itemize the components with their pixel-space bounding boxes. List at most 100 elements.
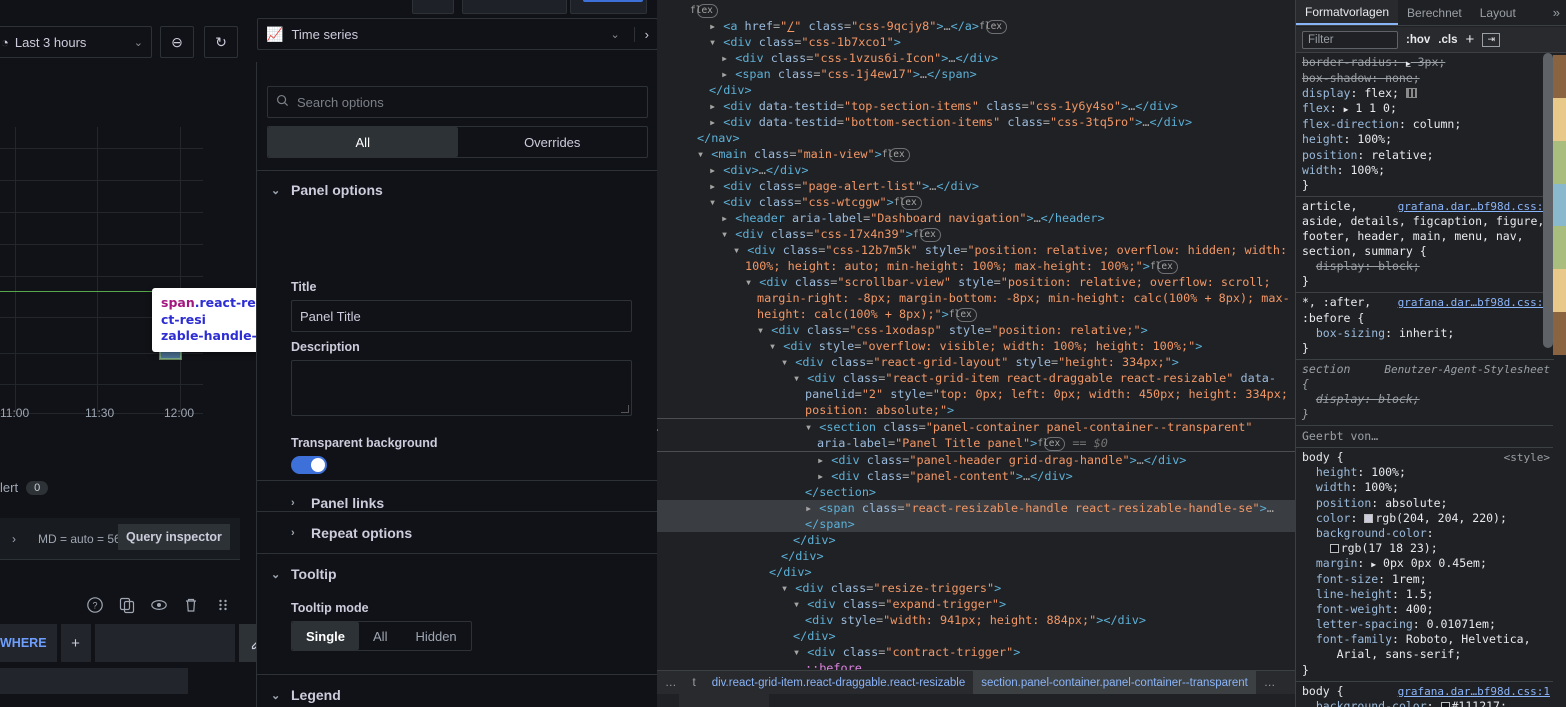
style-rule[interactable]: border-radius: ▶ 3px; box-shadow: none; di… [1296, 53, 1554, 197]
style-declaration[interactable]: display: block; [1302, 392, 1550, 407]
style-declaration[interactable]: position: absolute; [1302, 496, 1550, 511]
style-rule-source[interactable]: grafana.dar…bf98d.css:1 [1398, 199, 1550, 214]
style-declaration[interactable]: background-color: #111217; [1302, 699, 1550, 707]
dom-tree-node[interactable]: </section> [657, 484, 1295, 500]
dom-tree-node[interactable]: ▸ <div data-testid="top-section-items" c… [657, 98, 1295, 114]
title-input[interactable]: Panel Title [291, 300, 632, 332]
dom-tree-node[interactable]: </div> [657, 564, 1295, 580]
dom-tree-node[interactable]: ▾ <main class="main-view"> flex [657, 146, 1295, 162]
dom-tree-node[interactable]: </span> [657, 516, 1295, 532]
breadcrumb-item[interactable]: section.panel-container.panel-container-… [973, 670, 1256, 695]
style-declaration[interactable]: flex-direction: column; [1302, 117, 1550, 132]
breadcrumb-item[interactable]: div.react-grid-item.react-draggable.reac… [704, 671, 974, 695]
styles-scrollbar-track[interactable] [1553, 360, 1566, 707]
style-declaration[interactable]: box-shadow: none; [1302, 71, 1550, 86]
dom-tree-pane[interactable]: flex ▸ <a href="/" class="css-9qcjy8">…</… [657, 0, 1295, 670]
section-panel-links[interactable]: › Panel links [291, 495, 384, 511]
add-where-button[interactable]: + [60, 624, 91, 662]
dom-tree-node[interactable]: ▸ <header aria-label="Dashboard navigati… [657, 210, 1295, 226]
tab-overrides[interactable]: Overrides [458, 127, 648, 157]
dom-tree-node[interactable]: ::before [657, 660, 1295, 670]
style-rule[interactable]: <style> body { height: 100%; width: 100%;… [1296, 448, 1554, 682]
section-panel-options[interactable]: ⌄ Panel options [271, 182, 383, 198]
dom-tree-node[interactable]: ▸ <div class="page-alert-list">…</div> [657, 178, 1295, 194]
style-rule-source[interactable]: <style> [1504, 450, 1550, 465]
section-legend[interactable]: ⌄ Legend [271, 687, 341, 703]
style-declaration[interactable]: } [1302, 178, 1550, 193]
dom-tree-node[interactable]: </div> [657, 82, 1295, 98]
style-declaration[interactable]: height: 100%; [1302, 465, 1550, 480]
breadcrumb-item[interactable]: … [1256, 671, 1284, 695]
visualization-picker[interactable]: 📈 Time series ⌄ › [257, 18, 657, 50]
style-declaration[interactable]: font-weight: 400; [1302, 602, 1550, 617]
query-inspector-button[interactable]: Query inspector [118, 524, 230, 550]
tab-all[interactable]: All [268, 127, 458, 157]
style-declaration[interactable]: line-height: 1.5; [1302, 587, 1550, 602]
style-declaration[interactable]: position: relative; [1302, 148, 1550, 163]
style-declaration[interactable]: border-radius: ▶ 3px; [1302, 55, 1550, 71]
styles-scrollbar[interactable] [1543, 53, 1553, 348]
style-rule-source[interactable]: grafana.dar…bf98d.css:1 [1398, 295, 1550, 310]
help-icon[interactable]: ? [86, 596, 104, 614]
new-style-rule-button[interactable]: + [1465, 32, 1474, 47]
dom-tree-node[interactable]: ▾ <div class="react-grid-layout" style="… [657, 354, 1295, 370]
tab-layout[interactable]: Layout [1471, 0, 1525, 25]
dom-tree-node[interactable]: ▸ <div class="panel-content">…</div> [657, 468, 1295, 484]
style-declaration[interactable]: background-color: [1302, 526, 1550, 541]
zoom-out-button[interactable]: ⊖ [160, 26, 194, 58]
tooltip-mode-single[interactable]: Single [292, 622, 360, 650]
tooltip-mode-all[interactable]: All [359, 622, 401, 650]
section-tooltip[interactable]: ⌄ Tooltip [271, 566, 337, 582]
style-declaration[interactable]: color: rgb(204, 204, 220); [1302, 511, 1550, 526]
dom-tree-node[interactable]: ▾ <div class="css-1xodasp" style="positi… [657, 322, 1295, 338]
drag-handle-icon[interactable] [214, 596, 232, 614]
cls-button[interactable]: .cls [1438, 34, 1457, 46]
panel-settings-button[interactable] [412, 0, 454, 14]
tooltip-mode-hidden[interactable]: Hidden [401, 622, 470, 650]
dom-tree-node[interactable]: ▸ <div class="panel-header grid-drag-han… [657, 452, 1295, 468]
dom-tree-node[interactable]: </div> [657, 548, 1295, 564]
chevrons-right-icon[interactable]: » [1546, 0, 1566, 25]
style-declaration[interactable]: section, summary { [1302, 244, 1550, 259]
dom-tree-node[interactable]: ▸ <div>…</div> [657, 162, 1295, 178]
breadcrumb-item[interactable]: t [685, 671, 704, 695]
style-declaration[interactable]: } [1302, 407, 1550, 422]
eye-icon[interactable] [150, 596, 168, 614]
chevron-right-icon[interactable]: › [0, 532, 24, 546]
dom-tree-node[interactable]: …▾ <section class="panel-container panel… [657, 418, 1295, 452]
style-declaration[interactable]: flex: ▶ 1 1 0; [1302, 101, 1550, 117]
dom-tree-node[interactable]: ▾ <div class="css-12b7m5k" style="positi… [657, 242, 1295, 274]
time-range-picker[interactable]: ◔ Last 3 hours ⌄ [0, 26, 152, 58]
dom-tree-node[interactable]: <div style="width: 941px; height: 884px;… [657, 612, 1295, 628]
hov-button[interactable]: :hov [1406, 34, 1430, 46]
dom-tree-node[interactable]: ▾ <div class="contract-trigger"> [657, 644, 1295, 660]
dom-tree-node[interactable]: ▾ <div class="react-grid-item react-drag… [657, 370, 1295, 418]
style-declaration[interactable]: height: 100%; [1302, 132, 1550, 147]
style-declaration[interactable]: letter-spacing: 0.01071em; [1302, 617, 1550, 632]
style-declaration[interactable]: Arial, sans-serif; [1302, 647, 1550, 662]
description-input[interactable] [291, 360, 632, 416]
style-declaration[interactable]: aside, details, figcaption, figure, [1302, 214, 1550, 229]
dom-tree-node[interactable]: ▾ <div style="overflow: visible; width: … [657, 338, 1295, 354]
transparent-background-toggle[interactable] [291, 456, 327, 474]
dom-tree-node[interactable]: ▸ <a href="/" class="css-9qcjy8">…</a> f… [657, 18, 1295, 34]
dom-tree-node[interactable]: ▾ <div class="css-wtcggw"> flex [657, 194, 1295, 210]
style-rule-source[interactable]: grafana.dar…bf98d.css:1 [1398, 684, 1550, 699]
dom-tree-node[interactable]: ▸ <span class="react-resizable-handle re… [657, 500, 1295, 516]
style-declaration[interactable]: { [1302, 377, 1550, 392]
style-declaration[interactable]: margin: ▶ 0px 0px 0.45em; [1302, 556, 1550, 572]
dom-tree-node[interactable]: ▾ <div class="css-17x4n39"> flex [657, 226, 1295, 242]
style-declaration[interactable]: } [1302, 274, 1550, 289]
where-label[interactable]: WHERE [0, 624, 57, 662]
discard-button[interactable] [462, 0, 567, 14]
dom-tree-node[interactable]: ▸ <div class="css-1vzus6i-Icon">…</div> [657, 50, 1295, 66]
style-declaration[interactable]: box-sizing: inherit; [1302, 326, 1550, 341]
resize-grip-icon[interactable] [621, 405, 629, 413]
trash-icon[interactable] [182, 596, 200, 614]
dom-tree-node[interactable]: ▸ <span class="css-1j4ew17">…</span> [657, 66, 1295, 82]
refresh-button[interactable]: ↻ [204, 26, 238, 58]
collapse-pane-button[interactable]: › [633, 26, 649, 42]
dom-tree-node[interactable]: ▸ <div data-testid="bottom-section-items… [657, 114, 1295, 130]
tab-formatvorlagen[interactable]: Formatvorlagen [1296, 0, 1399, 25]
dom-tree-node[interactable]: flex [657, 2, 1295, 18]
